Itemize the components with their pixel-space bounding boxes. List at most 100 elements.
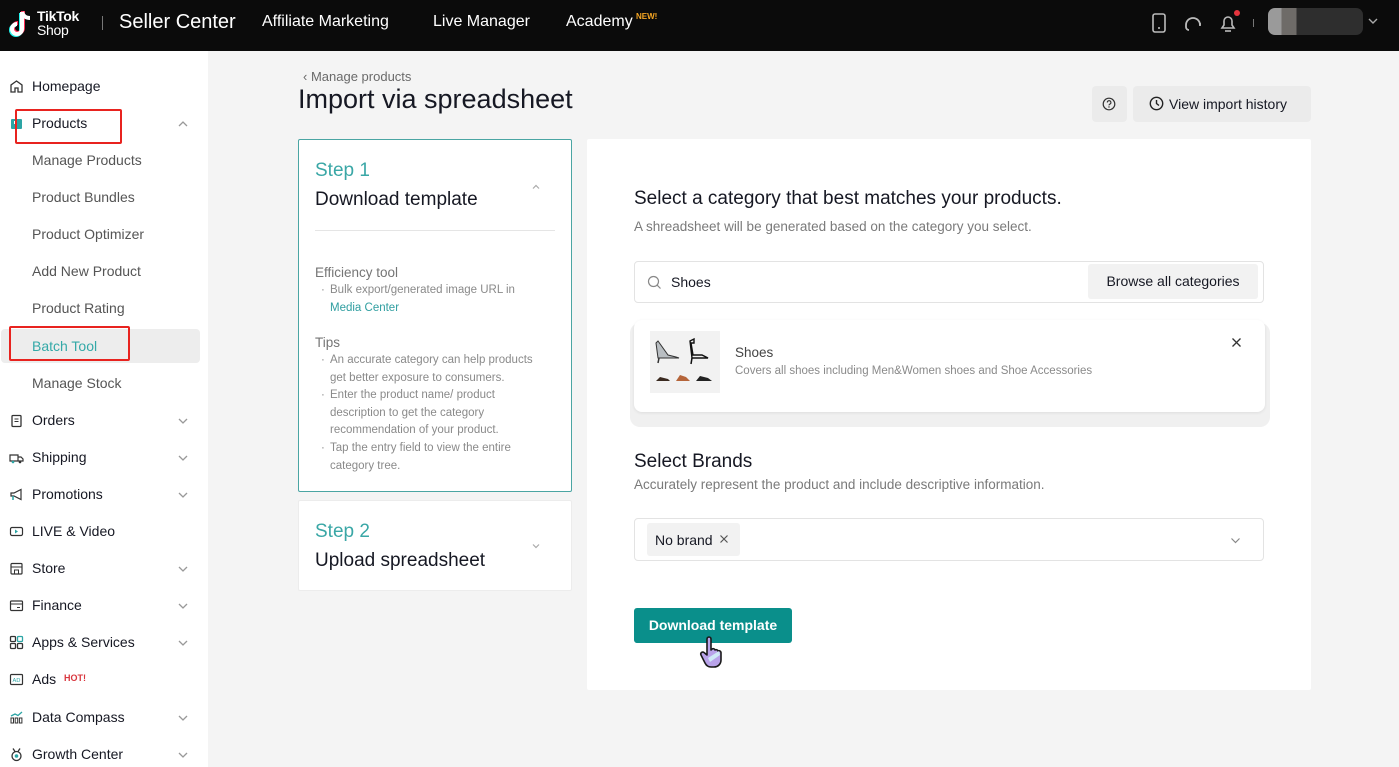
shoes-image-icon bbox=[655, 337, 712, 381]
media-center-link[interactable]: Media Center bbox=[330, 302, 399, 314]
sidebar-subitem-add-new-product[interactable]: Add New Product bbox=[0, 254, 208, 288]
logo-divider bbox=[102, 16, 103, 30]
apps-icon bbox=[9, 635, 24, 650]
sidebar-subitem-product-bundles[interactable]: Product Bundles bbox=[0, 180, 208, 214]
tiktok-shop-logo[interactable]: TikTok Shop bbox=[8, 8, 90, 40]
chevron-up-icon[interactable] bbox=[530, 181, 542, 193]
clock-icon bbox=[1149, 96, 1164, 111]
brands-section-title: Select Brands bbox=[634, 451, 753, 472]
sidebar-item-shipping[interactable]: Shipping bbox=[0, 440, 208, 474]
svg-text:AD: AD bbox=[13, 678, 21, 684]
category-result-name: Shoes bbox=[735, 345, 774, 360]
chevron-down-icon bbox=[178, 640, 188, 646]
sidebar-item-data-compass[interactable]: Data Compass bbox=[0, 700, 208, 734]
chevron-up-icon bbox=[178, 121, 188, 127]
video-icon bbox=[9, 526, 24, 537]
breadcrumb-back-link[interactable]: ‹ Manage products bbox=[303, 69, 411, 84]
sidebar-item-products[interactable]: Products bbox=[0, 106, 208, 140]
efficiency-tool-heading: Efficiency tool bbox=[315, 265, 399, 280]
tips-heading: Tips bbox=[315, 335, 341, 350]
notification-dot bbox=[1234, 10, 1240, 16]
sidebar-item-label: Homepage bbox=[32, 78, 101, 94]
nav-academy[interactable]: Academy bbox=[566, 13, 633, 31]
category-section-title: Select a category that best matches your… bbox=[634, 188, 1062, 209]
download-template-button[interactable]: Download template bbox=[634, 608, 792, 643]
page-title: Import via spreadsheet bbox=[298, 84, 573, 114]
step-1-title: Download template bbox=[315, 189, 478, 210]
remove-tag-icon[interactable] bbox=[719, 534, 729, 544]
sidebar-subitem-batch-tool[interactable]: Batch Tool bbox=[0, 329, 208, 363]
top-navigation-bar: TikTok Shop Seller Center Affiliate Mark… bbox=[0, 0, 1399, 51]
tip-text: Enter the product name/ product descript… bbox=[330, 389, 499, 436]
sidebar-item-label: Store bbox=[32, 560, 66, 576]
chevron-left-icon: ‹ bbox=[303, 69, 311, 84]
sidebar-subitem-manage-products[interactable]: Manage Products bbox=[0, 143, 208, 177]
account-divider bbox=[1253, 19, 1254, 27]
brand-tag: No brand bbox=[647, 523, 740, 556]
account-avatar-blurred[interactable] bbox=[1268, 8, 1363, 35]
sidebar-item-ads[interactable]: AD Ads HOT! bbox=[0, 662, 208, 696]
question-circle-icon bbox=[1102, 97, 1116, 111]
sidebar-item-label: Products bbox=[32, 115, 88, 131]
sidebar-item-label: Ads bbox=[32, 671, 57, 687]
wallet-icon bbox=[9, 600, 24, 612]
store-icon bbox=[10, 562, 23, 575]
sidebar-subitem-product-optimizer[interactable]: Product Optimizer bbox=[0, 217, 208, 251]
seller-center-title[interactable]: Seller Center bbox=[119, 11, 236, 34]
sidebar-item-apps-services[interactable]: Apps & Services bbox=[0, 625, 208, 659]
chevron-down-icon bbox=[178, 455, 188, 461]
sidebar-item-live-video[interactable]: LIVE & Video bbox=[0, 514, 208, 548]
chevron-down-icon[interactable] bbox=[1229, 534, 1242, 547]
sidebar-subitem-label: Product Rating bbox=[32, 300, 125, 316]
new-badge: NEW! bbox=[636, 12, 658, 21]
sidebar-subitem-label: Product Optimizer bbox=[32, 226, 145, 242]
sidebar-subitem-manage-stock[interactable]: Manage Stock bbox=[0, 366, 208, 400]
step-divider bbox=[315, 230, 555, 231]
chevron-down-icon bbox=[178, 603, 188, 609]
category-search-input[interactable] bbox=[671, 271, 1071, 293]
sidebar-subitem-product-rating[interactable]: Product Rating bbox=[0, 291, 208, 325]
chevron-down-icon[interactable] bbox=[530, 540, 542, 552]
chevron-down-icon bbox=[178, 418, 188, 424]
nav-affiliate-marketing[interactable]: Affiliate Marketing bbox=[262, 13, 389, 31]
sidebar-item-label: Growth Center bbox=[32, 746, 124, 762]
sidebar-subitem-label: Batch Tool bbox=[32, 338, 98, 354]
sidebar-item-promotions[interactable]: Promotions bbox=[0, 477, 208, 511]
search-icon bbox=[647, 275, 661, 289]
help-button[interactable] bbox=[1092, 86, 1127, 122]
home-icon bbox=[10, 80, 23, 93]
sidebar-item-orders[interactable]: Orders bbox=[0, 403, 208, 437]
sidebar-item-finance[interactable]: Finance bbox=[0, 588, 208, 622]
chevron-down-icon bbox=[178, 752, 188, 758]
step-2-panel[interactable]: Step 2 Upload spreadsheet bbox=[298, 500, 572, 591]
view-import-history-button[interactable]: View import history bbox=[1133, 86, 1311, 122]
step-1-panel: Step 1 Download template Efficiency tool… bbox=[298, 139, 572, 492]
sidebar-item-growth-center[interactable]: Growth Center bbox=[0, 737, 208, 767]
tiktok-logo-icon bbox=[9, 11, 31, 37]
mobile-icon[interactable] bbox=[1148, 12, 1170, 34]
account-chevron-down-icon[interactable] bbox=[1367, 15, 1379, 27]
chart-icon bbox=[10, 711, 23, 724]
nav-live-manager[interactable]: Live Manager bbox=[433, 13, 530, 31]
sidebar-subitem-label: Product Bundles bbox=[32, 189, 135, 205]
sidebar-item-store[interactable]: Store bbox=[0, 551, 208, 585]
sidebar-item-label: Apps & Services bbox=[32, 634, 135, 650]
sidebar-item-label: LIVE & Video bbox=[32, 523, 116, 539]
sidebar-item-label: Orders bbox=[32, 412, 75, 428]
tip-text: An accurate category can help products g… bbox=[330, 354, 533, 384]
headset-icon[interactable] bbox=[1182, 12, 1204, 34]
sidebar-subitem-label: Manage Stock bbox=[32, 375, 122, 391]
brands-section-subtitle: Accurately represent the product and inc… bbox=[634, 477, 1045, 492]
chevron-down-icon bbox=[178, 715, 188, 721]
category-section-subtitle: A shreadsheet will be generated based on… bbox=[634, 219, 1032, 234]
browse-all-categories-button[interactable]: Browse all categories bbox=[1088, 264, 1258, 299]
clipboard-icon bbox=[11, 414, 22, 428]
brand-tag-label: No brand bbox=[655, 532, 713, 548]
step-2-number: Step 2 bbox=[315, 521, 370, 542]
step-1-number: Step 1 bbox=[315, 160, 370, 181]
sidebar-subitem-label: Add New Product bbox=[32, 263, 141, 279]
hot-badge: HOT! bbox=[64, 673, 86, 683]
tip-item: · An accurate category can help products … bbox=[321, 352, 551, 387]
close-icon[interactable] bbox=[1230, 336, 1243, 349]
sidebar-item-homepage[interactable]: Homepage bbox=[0, 69, 208, 103]
